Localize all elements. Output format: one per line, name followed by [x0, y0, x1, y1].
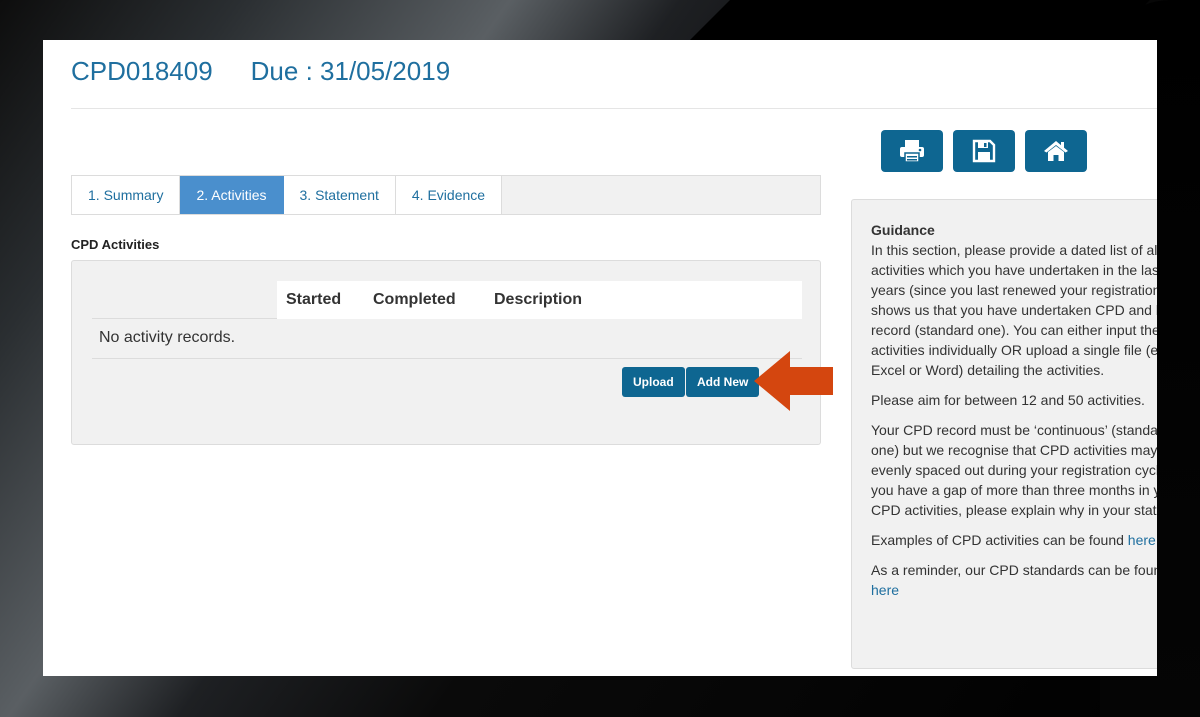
guidance-text: As a reminder, our CPD standards can be … — [871, 562, 1157, 578]
upload-button[interactable]: Upload — [622, 367, 685, 397]
callout-arrow-icon — [754, 351, 833, 411]
app-screen: CPD018409 Due : 31/05/2019 1. Summary 2.… — [43, 40, 1157, 676]
tab-activities[interactable]: 2. Activities — [180, 176, 284, 214]
guidance-text: Examples of CPD activities can be found — [871, 532, 1128, 548]
guidance-text: Please aim for between 12 and 50 activit… — [871, 392, 1145, 408]
printer-icon — [900, 140, 924, 163]
title-divider — [71, 108, 1157, 109]
frame-glare — [690, 0, 1150, 40]
guidance-text: In this section, please provide a dated … — [871, 242, 1157, 378]
table-header: Started Completed Description — [92, 281, 802, 319]
examples-link[interactable]: here — [1128, 532, 1156, 548]
home-button[interactable] — [1025, 130, 1087, 172]
print-button[interactable] — [881, 130, 943, 172]
record-id: CPD018409 — [71, 56, 213, 86]
tab-statement[interactable]: 3. Statement — [283, 176, 396, 214]
guidance-text: Your CPD record must be ‘continuous’ (st… — [871, 422, 1157, 518]
column-description[interactable]: Description — [494, 291, 582, 309]
activities-panel: Started Completed Description No activit… — [71, 260, 821, 445]
column-completed[interactable]: Completed — [373, 291, 456, 309]
guidance-panel: Guidance In this section, please provide… — [851, 199, 1157, 669]
standards-link[interactable]: here — [871, 582, 899, 598]
table-header-blank — [92, 281, 277, 319]
tab-evidence[interactable]: 4. Evidence — [395, 176, 503, 214]
save-button[interactable] — [953, 130, 1015, 172]
section-heading: CPD Activities — [71, 237, 160, 252]
column-started[interactable]: Started — [286, 291, 341, 309]
empty-table-message: No activity records. — [92, 319, 802, 359]
tab-summary[interactable]: 1. Summary — [72, 176, 181, 214]
guidance-standards: As a reminder, our CPD standards can be … — [871, 560, 1157, 600]
guidance-title: Guidance — [871, 222, 935, 238]
floppy-disk-icon — [972, 139, 996, 163]
step-tabs: 1. Summary 2. Activities 3. Statement 4.… — [71, 175, 821, 215]
home-icon — [1044, 141, 1068, 161]
due-date: Due : 31/05/2019 — [250, 56, 451, 86]
page-title: CPD018409 Due : 31/05/2019 — [71, 56, 450, 96]
guidance-examples: Examples of CPD activities can be found … — [871, 530, 1157, 550]
